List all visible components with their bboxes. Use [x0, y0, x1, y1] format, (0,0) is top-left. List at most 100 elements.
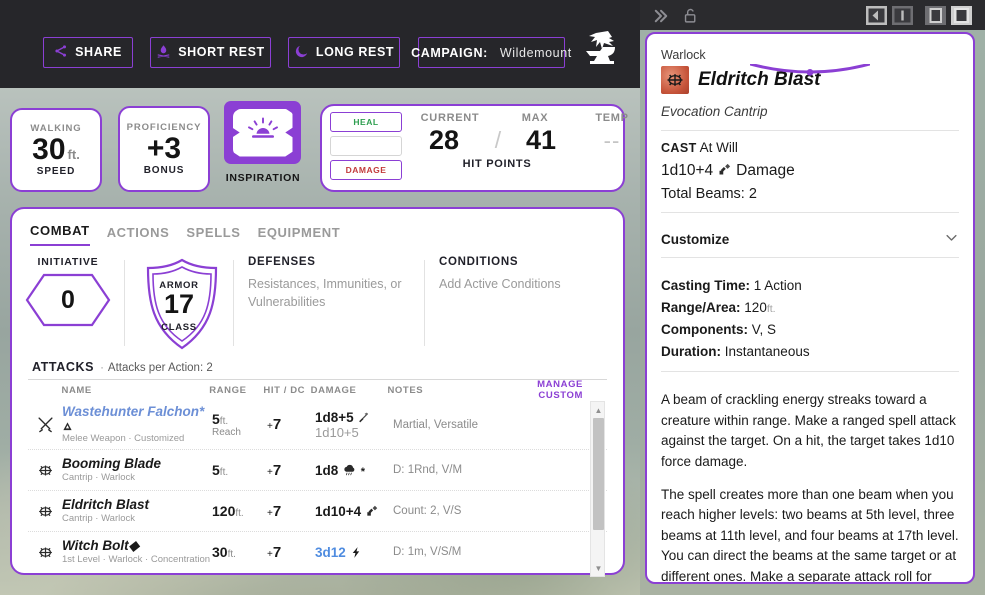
inspiration-label: INSPIRATION — [225, 172, 301, 184]
character-sheet-app: SHARE SHORT REST LONG REST CAMPAIGN: Wil… — [0, 0, 985, 595]
attack-subtitle: Melee Weapon · Customized — [62, 432, 185, 444]
table-row[interactable]: Booming Blade Cantrip · Warlock 5ft. +7 … — [28, 449, 607, 490]
attack-subtitle: 1st Level · Warlock · Concentration — [62, 553, 211, 565]
tab-spells[interactable]: SPELLS — [186, 225, 240, 246]
walking-speed-box[interactable]: WALKING 30 ft. SPEED — [10, 105, 102, 195]
campfire-icon — [156, 44, 171, 62]
attacks-table: NAME RANGE HIT / DC DAMAGE NOTES MANAGE … — [28, 379, 607, 577]
customize-toggle[interactable]: Customize — [661, 222, 959, 257]
hp-amount-input[interactable] — [330, 136, 402, 156]
hp-separator: / — [494, 127, 502, 153]
current-hp-value[interactable]: 28 — [402, 125, 486, 156]
pane-narrow-icon[interactable] — [892, 6, 913, 25]
share-button-label: SHARE — [75, 45, 122, 60]
attack-notes: Martial, Versatile — [393, 418, 479, 431]
combat-panel: COMBAT ACTIONS SPELLS EQUIPMENT INITIATI… — [10, 203, 625, 579]
attack-hit: 7 — [272, 543, 282, 561]
attack-damage-secondary: 1d10+5 — [315, 424, 359, 440]
combat-tab-list: COMBAT ACTIONS SPELLS EQUIPMENT — [12, 209, 623, 246]
column-name: NAME — [61, 384, 92, 396]
initiative-block[interactable]: INITIATIVE 0 — [12, 256, 124, 358]
meta-unit: ft. — [766, 302, 776, 315]
pane-left-icon[interactable] — [866, 6, 887, 25]
long-rest-button[interactable]: LONG REST — [288, 37, 400, 68]
max-hp-value[interactable]: 41 — [510, 125, 572, 156]
top-header-bar: SHARE SHORT REST LONG REST CAMPAIGN: Wil… — [0, 0, 640, 88]
share-icon — [54, 44, 68, 61]
meta-duration: Duration: Instantaneous — [661, 341, 959, 363]
defenses-block[interactable]: DEFENSES Resistances, Immunities, or Vul… — [234, 256, 424, 358]
table-row[interactable]: Eldritch Blast Cantrip · Warlock 120ft. … — [28, 490, 607, 531]
share-button[interactable]: SHARE — [43, 37, 133, 68]
attacks-header: ATTACKS · Attacks per Action: 2 — [32, 360, 213, 374]
table-row[interactable]: Witch Bolt◆ 1st Level · Warlock · Concen… — [28, 531, 607, 572]
attack-name[interactable]: Booming Blade — [62, 456, 212, 472]
attack-damage: 1d8 — [315, 462, 339, 478]
scroll-down-icon[interactable]: ▼ — [591, 561, 606, 575]
spell-cast-label: CAST — [661, 141, 697, 155]
meta-key: Duration: — [661, 343, 721, 359]
armor-class-value: 17 — [163, 289, 195, 319]
heal-button[interactable]: HEAL — [330, 112, 402, 132]
attack-name[interactable]: Eldritch Blast — [62, 497, 212, 513]
attack-range: 5 — [212, 411, 220, 428]
meta-value: 120 — [744, 299, 767, 315]
spell-burst-icon — [28, 503, 62, 520]
meta-key: Components: — [661, 321, 748, 337]
meta-value: 1 Action — [753, 278, 802, 293]
scrollbar-thumb[interactable] — [593, 418, 604, 530]
column-damage: DAMAGE — [310, 384, 357, 396]
force-icon — [365, 504, 379, 519]
inspiration-toggle[interactable] — [224, 101, 301, 164]
attack-name[interactable]: Witch Bolt◆ — [62, 538, 212, 554]
crossed-swords-icon — [28, 416, 62, 433]
proficiency-footer: BONUS — [143, 164, 185, 176]
meta-value: V, S — [751, 321, 777, 337]
manage-custom-link[interactable]: MANAGE CUSTOM — [537, 379, 607, 401]
spell-description-paragraph: The spell creates more than one beam whe… — [661, 486, 959, 583]
pane-medium-icon[interactable] — [925, 6, 946, 25]
attack-notes: D: 1Rnd, V/M — [393, 464, 463, 477]
anvil-icon[interactable] — [578, 25, 626, 73]
spell-burst-icon — [28, 462, 62, 479]
meta-casting-time: Casting Time: 1 Action — [661, 275, 959, 297]
unlock-icon[interactable] — [682, 7, 700, 25]
moon-icon — [294, 44, 309, 62]
table-row[interactable]: Wastehunter Falchon* Melee Weapon · Cust… — [28, 400, 607, 449]
double-chevron-right-icon[interactable] — [652, 7, 670, 25]
attacks-table-header: NAME RANGE HIT / DC DAMAGE NOTES MANAGE … — [28, 379, 607, 401]
short-rest-button-label: SHORT REST — [178, 45, 265, 60]
meta-range-area: Range/Area: 120ft. — [661, 297, 959, 319]
initiative-value: 0 — [61, 285, 75, 314]
attack-subtitle: Cantrip · Warlock — [62, 471, 136, 483]
tab-equipment[interactable]: EQUIPMENT — [258, 225, 341, 246]
eldritch-blast-icon — [661, 66, 689, 94]
spell-cast-row: CAST At Will — [661, 140, 959, 155]
spell-cast-value: At Will — [699, 140, 738, 155]
conditions-block[interactable]: CONDITIONS Add Active Conditions — [425, 256, 615, 358]
pane-wide-icon[interactable] — [951, 6, 972, 25]
short-rest-button[interactable]: SHORT REST — [150, 37, 271, 68]
attack-damage[interactable]: 3d12 — [315, 545, 346, 560]
campaign-button[interactable]: CAMPAIGN: Wildemount — [411, 37, 571, 68]
combat-stats-row: INITIATIVE 0 ARMOR 17 CLASS DEFENSES Res… — [12, 246, 623, 358]
attack-name[interactable]: Wastehunter Falchon* — [62, 404, 212, 420]
scroll-up-icon[interactable]: ▲ — [591, 403, 606, 417]
damage-button[interactable]: DAMAGE — [330, 160, 402, 180]
temp-hp-value[interactable]: -- — [572, 128, 652, 154]
thunder-icon — [342, 463, 361, 478]
spell-title: Eldritch Blast — [698, 69, 821, 90]
proficiency-value: +3 — [146, 132, 182, 166]
attacks-rows: Wastehunter Falchon* Melee Weapon · Cust… — [28, 400, 607, 577]
attacks-scrollbar[interactable]: ▲ ▼ — [590, 401, 605, 577]
armor-class-block[interactable]: ARMOR 17 CLASS — [125, 256, 233, 358]
tab-combat[interactable]: COMBAT — [30, 223, 90, 246]
attacks-subtitle: Attacks per Action: 2 — [107, 362, 213, 374]
force-icon — [717, 162, 732, 180]
tab-actions[interactable]: ACTIONS — [107, 225, 170, 246]
lightning-icon — [350, 545, 363, 560]
spell-detail-body: Warlock Eldritch Blast Evocation Cantrip… — [647, 34, 973, 582]
proficiency-bonus-box[interactable]: PROFICIENCY +3 BONUS — [118, 103, 210, 195]
attack-range-unit: ft. — [235, 508, 244, 520]
long-rest-button-label: LONG REST — [315, 45, 395, 60]
